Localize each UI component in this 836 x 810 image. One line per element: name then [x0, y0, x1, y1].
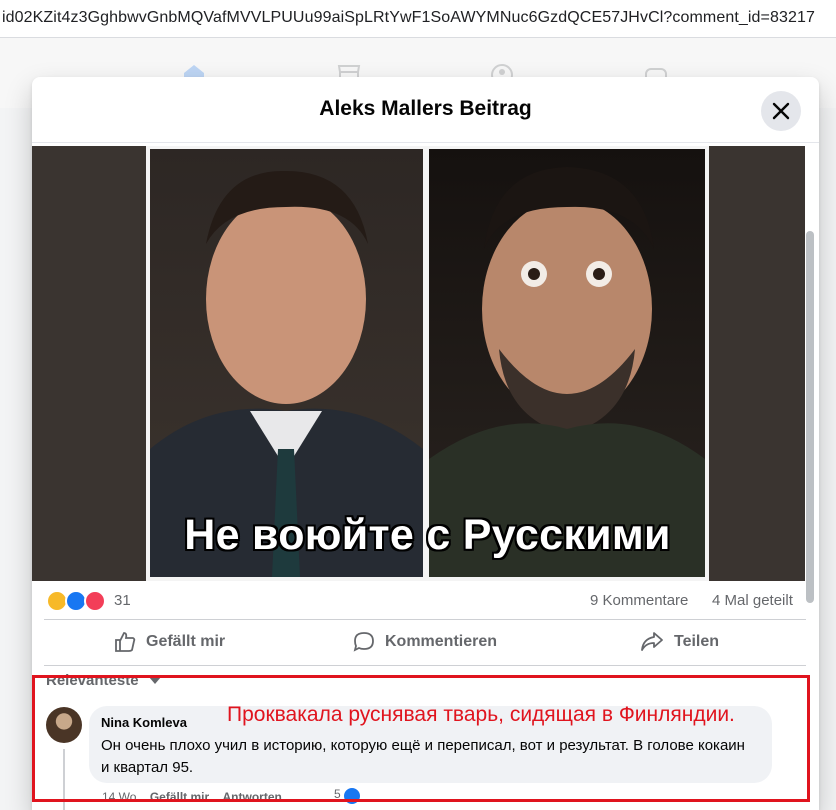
share-label: Teilen — [674, 633, 720, 650]
love-reaction-icon — [84, 590, 106, 612]
comment-bubble-icon — [353, 632, 374, 652]
thumbs-up-icon — [115, 632, 136, 652]
comments-count-link[interactable]: 9 Kommentare — [590, 592, 688, 609]
comment-label: Kommentieren — [385, 633, 498, 650]
like-label: Gefällt mir — [146, 633, 226, 650]
close-icon — [772, 102, 790, 120]
dialog-scrollbar[interactable] — [806, 231, 814, 603]
reaction-icons[interactable] — [46, 589, 112, 613]
close-button[interactable] — [761, 91, 801, 131]
url-text[interactable]: id02KZit4z3GghbwvGnbMQVafMVVLPUUu99aiSpL… — [2, 9, 815, 27]
image-caption: Не воюйте с Русскими — [184, 511, 671, 559]
annotation-text: Проквакала руснявая тварь, сидящая в Фин… — [227, 703, 735, 726]
share-arrow-icon — [641, 632, 663, 651]
post-stats: 31 9 Kommentare 4 Mal geteilt — [44, 589, 806, 613]
post-action-bar: Gefällt mir Kommentieren Teilen — [44, 619, 806, 666]
post-photo[interactable]: Не воюйте с Русскими — [146, 146, 709, 581]
post-photo-frame[interactable]: Не воюйте с Русскими — [32, 146, 805, 581]
like-button[interactable]: Gefällt mir — [114, 620, 244, 665]
share-button[interactable]: Teilen — [640, 620, 730, 665]
browser-address-bar[interactable]: id02KZit4z3GghbwvGnbMQVafMVVLPUUu99aiSpL… — [0, 0, 836, 38]
comment-button[interactable]: Kommentieren — [353, 620, 513, 665]
reaction-count[interactable]: 31 — [114, 592, 131, 609]
highlight-box — [32, 675, 810, 802]
shares-count-link[interactable]: 4 Mal geteilt — [712, 592, 793, 609]
dialog-title: Aleks Mallers Beitrag — [319, 97, 532, 120]
dialog-header: Aleks Mallers Beitrag — [32, 77, 819, 143]
